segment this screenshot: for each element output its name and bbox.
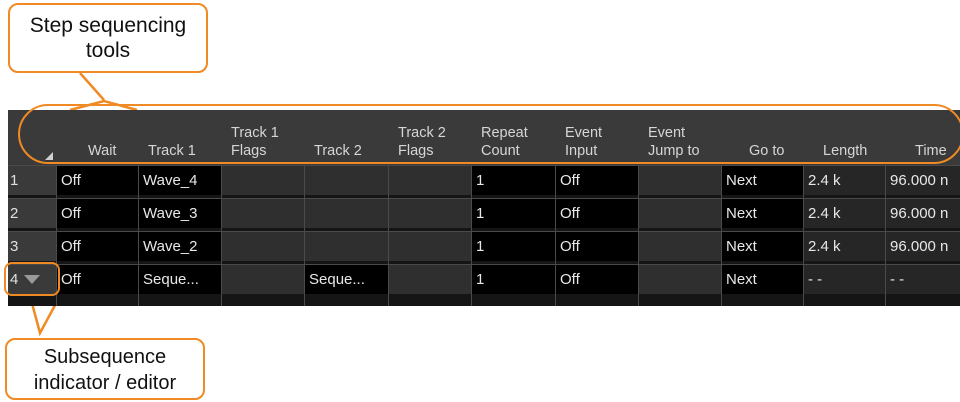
table-cell[interactable]: - -	[885, 265, 960, 294]
grid-line	[8, 231, 960, 232]
table-cell[interactable]: Next	[721, 232, 803, 261]
table-cell[interactable]	[304, 232, 388, 261]
table-cell[interactable]	[388, 232, 471, 261]
table-cell[interactable]	[388, 199, 471, 228]
table-cell[interactable]	[638, 199, 721, 228]
table-cell[interactable]	[638, 166, 721, 195]
callout-line: Subsequence	[43, 346, 167, 368]
table-cell[interactable]: 2.4 k	[803, 232, 885, 261]
callout-line: tools	[85, 39, 131, 62]
table-cell[interactable]: Off	[56, 199, 138, 228]
table-cell[interactable]: 1	[471, 166, 555, 195]
table-cell[interactable]: 96.000 n	[885, 232, 960, 261]
subsequence-callout: Subsequence indicator / editor	[5, 338, 205, 400]
table-cell[interactable]: Seque...	[138, 265, 221, 294]
table-cell[interactable]	[638, 232, 721, 261]
table-cell[interactable]: Off	[555, 232, 638, 261]
table-cell[interactable]: Off	[56, 265, 138, 294]
table-cell[interactable]: 2.4 k	[803, 166, 885, 195]
table-cell[interactable]: 1	[471, 199, 555, 228]
table-cell[interactable]: Wave_2	[138, 232, 221, 261]
table-cell[interactable]: 2.4 k	[803, 199, 885, 228]
table-cell[interactable]: 96.000 n	[885, 199, 960, 228]
table-cell[interactable]: 1	[471, 265, 555, 294]
table-cell[interactable]: Off	[555, 166, 638, 195]
table-cell[interactable]: Off	[555, 199, 638, 228]
step-sequencing-callout: Step sequencing tools	[8, 3, 208, 73]
table-cell[interactable]	[221, 166, 304, 195]
table-cell[interactable]: 96.000 n	[885, 166, 960, 195]
table-cell[interactable]: Off	[555, 265, 638, 294]
grid-line	[471, 166, 472, 306]
table-cell[interactable]	[638, 265, 721, 294]
table-cell[interactable]: Next	[721, 265, 803, 294]
grid-line	[388, 166, 389, 306]
table-cell[interactable]	[221, 232, 304, 261]
callout-line: Step sequencing	[29, 14, 187, 37]
grid-line	[138, 166, 139, 306]
table-cell[interactable]: 1	[471, 232, 555, 261]
table-cell[interactable]: Next	[721, 166, 803, 195]
step-tools-highlight	[18, 104, 960, 164]
row-number[interactable]: 1	[8, 166, 56, 195]
grid-line	[221, 166, 222, 306]
table-cell[interactable]: Next	[721, 199, 803, 228]
table-cell[interactable]	[221, 199, 304, 228]
table-cell[interactable]: Off	[56, 166, 138, 195]
table-cell[interactable]	[304, 166, 388, 195]
row-number[interactable]: 2	[8, 199, 56, 228]
grid-line	[885, 166, 886, 306]
grid-line	[8, 198, 960, 199]
table-cell[interactable]: Off	[56, 232, 138, 261]
top-leader-line	[79, 72, 105, 101]
table-cell[interactable]	[221, 265, 304, 294]
grid-line	[304, 166, 305, 306]
table-cell[interactable]	[388, 265, 471, 294]
table-cell[interactable]	[304, 199, 388, 228]
table-cell[interactable]: Wave_4	[138, 166, 221, 195]
table-cell[interactable]: Wave_3	[138, 199, 221, 228]
callout-line: indicator / editor	[33, 372, 177, 394]
grid-line	[555, 166, 556, 306]
subsequence-highlight	[4, 262, 60, 296]
table-cell[interactable]: - -	[803, 265, 885, 294]
grid-line	[721, 166, 722, 306]
row-number[interactable]: 3	[8, 232, 56, 261]
table-cell[interactable]: Seque...	[304, 265, 388, 294]
grid-line	[803, 166, 804, 306]
grid-line	[8, 165, 960, 166]
table-cell[interactable]	[388, 166, 471, 195]
grid-line	[638, 166, 639, 306]
grid-line	[8, 264, 960, 265]
